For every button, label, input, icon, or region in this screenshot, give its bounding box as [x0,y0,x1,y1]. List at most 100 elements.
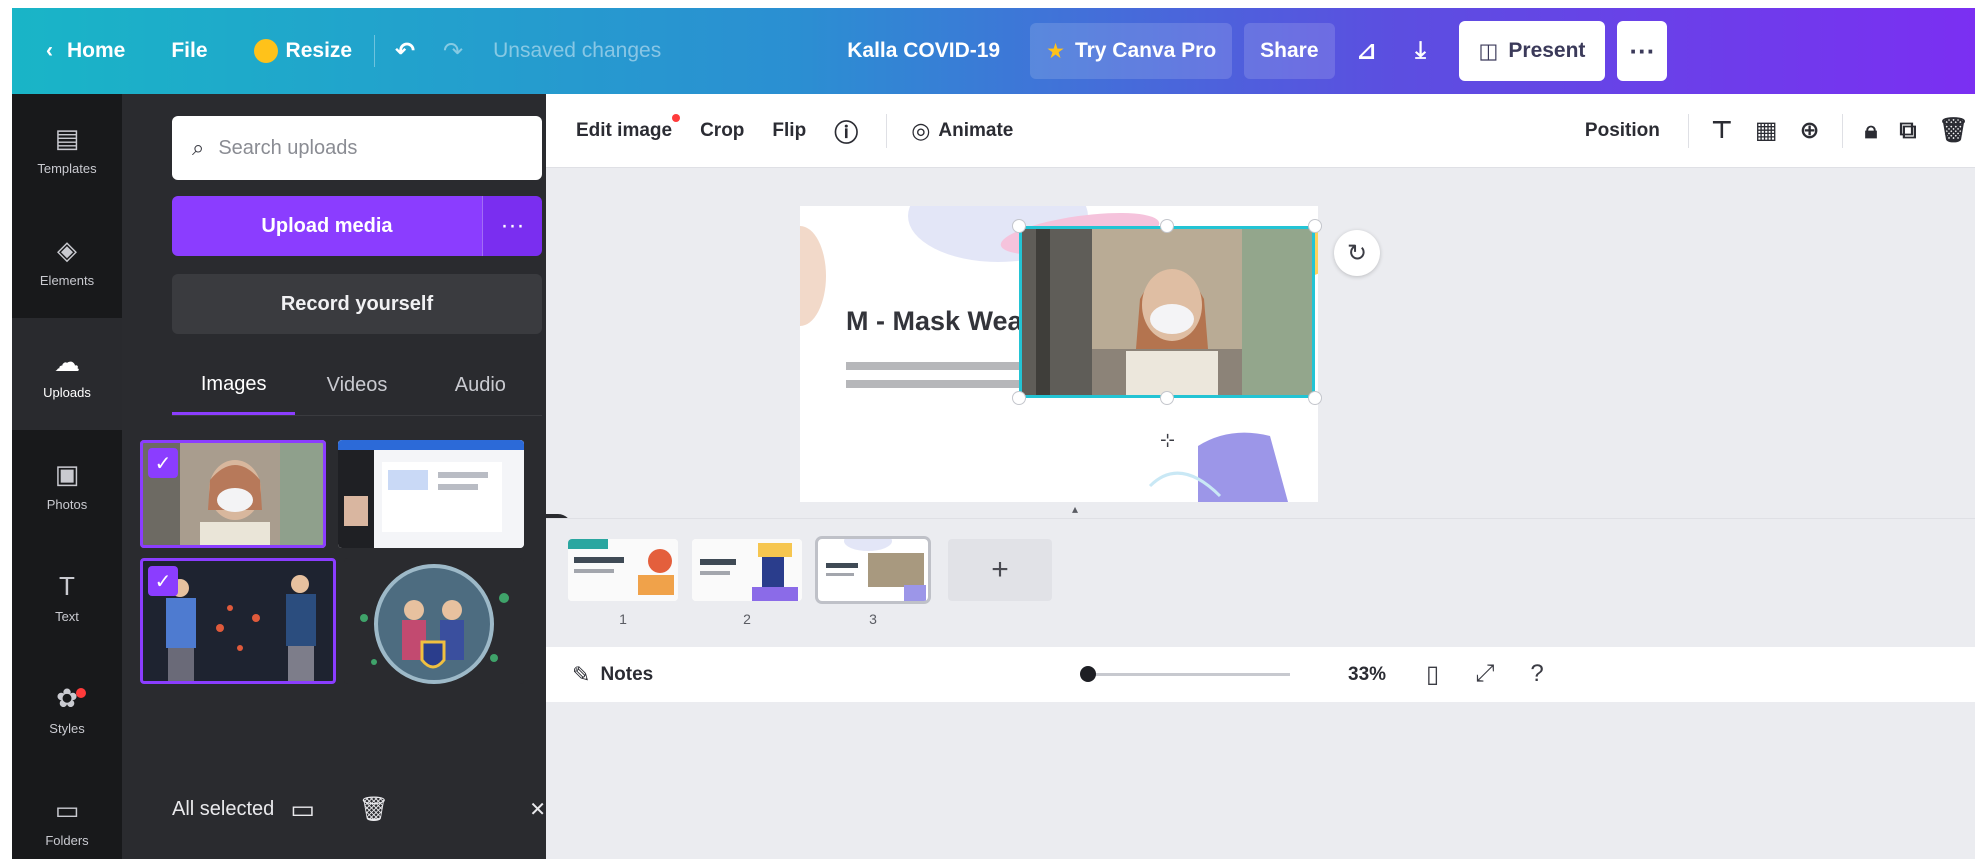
crop-button[interactable]: Crop [700,120,744,142]
download-button[interactable]: ⤓ [1397,23,1445,79]
share-button[interactable]: Share [1244,23,1335,79]
divider [374,35,376,67]
info-button[interactable]: ⓘ [834,113,858,148]
resize-label: Resize [285,39,353,62]
zoom-slider-track[interactable] [1086,673,1290,676]
checkmark-icon[interactable]: ✓ [148,566,178,596]
crown-icon [253,39,278,63]
search-placeholder: Search uploads [218,136,358,159]
transparency-icon[interactable]: ▦ [1755,116,1778,145]
notification-dot [76,688,86,698]
document-title[interactable]: Kalla COVID-19 [831,23,1016,79]
resize-handle[interactable] [1308,219,1322,233]
page-number: 2 [743,611,751,627]
add-page-button[interactable]: + [948,539,1052,601]
position-button[interactable]: Position [1585,120,1660,142]
help-icon[interactable]: ? [1530,660,1543,689]
selected-image-element[interactable] [1019,226,1315,398]
selection-footer: All selected ▭ 🗑 ✕ [122,759,546,859]
rail-label: Elements [39,272,95,288]
resize-handle[interactable] [1012,391,1026,405]
present-label: Present [1508,39,1586,62]
chart-icon: ⊿ [1356,37,1377,65]
record-yourself-button[interactable]: Record yourself [172,274,542,334]
checkmark-icon[interactable]: ✓ [148,448,178,478]
animate-label: Animate [938,119,1014,141]
zoom-slider-knob[interactable] [1080,666,1096,682]
undo-button[interactable]: ↶ [381,23,429,79]
rail-item-elements[interactable]: ◈ Elements [12,206,122,318]
page-thumbnail-3[interactable] [815,536,931,604]
tab-images[interactable]: Images [172,356,296,415]
more-options-button[interactable]: ··· [1617,21,1668,81]
close-icon[interactable]: ✕ [529,797,546,822]
toolbar-right-group: Position ⊤ ▦ ⊕ 🔒︎ ⧉ 🗑 [1585,113,1975,148]
notes-button[interactable]: ✎ Notes [572,662,653,688]
rail-label: Templates [37,160,97,176]
link-icon[interactable]: ⊕ [1800,116,1820,145]
animate-icon: ◎ [911,117,931,143]
media-tabs: Images Videos Audio [172,356,542,416]
try-pro-button[interactable]: ★ Try Canva Pro [1030,23,1233,79]
page-thumbnail-1[interactable] [568,539,678,601]
chevron-up-icon[interactable]: ▴ [1064,502,1086,516]
photos-icon: ▣ [54,458,80,489]
move-to-folder-icon[interactable]: ▭ [290,794,315,825]
redo-button[interactable]: ↷ [429,23,477,79]
animate-button[interactable]: ◎ Animate [911,118,1013,144]
page-thumbnail-2[interactable] [692,539,802,601]
file-menu[interactable]: File [155,23,223,79]
page-1-preview [568,539,678,601]
rail-item-templates[interactable]: ▤ Templates [12,94,122,206]
rail-item-photos[interactable]: ▣ Photos [12,430,122,542]
move-icon[interactable]: ⊹ [1160,430,1175,451]
screenshot-thumbnail [338,440,524,548]
fullscreen-icon[interactable]: ⤢ [1475,660,1494,689]
upload-media-button[interactable]: Upload media [172,196,482,256]
trash-icon[interactable]: 🗑 [1939,116,1969,145]
tab-videos[interactable]: Videos [295,356,418,415]
canva-editor-window: ‹ Home File Resize ↶ ↷ Unsaved changes K… [12,8,1975,859]
lock-icon[interactable]: 🔒︎ [1865,117,1878,145]
rail-item-styles[interactable]: ✿ Styles [12,654,122,766]
resize-button[interactable]: Resize [238,23,369,79]
resize-handle[interactable] [1160,219,1174,233]
resize-handle[interactable] [1308,391,1322,405]
rail-label: Uploads [43,384,91,400]
search-uploads-input[interactable]: ⌕ Search uploads [172,116,542,180]
side-rail: ▤ Templates ◈ Elements ☁ Uploads ▣ Photo… [12,94,122,859]
edit-image-button[interactable]: Edit image [576,113,681,142]
tab-audio[interactable]: Audio [419,356,542,415]
duplicate-icon[interactable]: ⧉ [1899,117,1916,145]
rail-label: Styles [49,720,85,736]
zoom-level[interactable]: 33% [1348,664,1386,686]
upload-thumbnail-family-shield[interactable] [344,558,524,684]
rail-item-uploads[interactable]: ☁ Uploads [12,318,122,430]
resize-handle[interactable] [1012,219,1026,233]
styles-icon: ✿ [56,682,78,713]
folder-icon: ▭ [54,794,80,825]
rail-item-text[interactable]: T Text [12,542,122,654]
analytics-button[interactable]: ⊿ [1343,23,1391,79]
page-thumbnails: 1 2 3 + [546,519,1975,647]
present-icon: ◫ [1478,39,1499,63]
paint-roller-icon[interactable]: ⊤ [1711,116,1733,145]
resize-handle[interactable] [1160,391,1174,405]
top-bar: ‹ Home File Resize ↶ ↷ Unsaved changes K… [12,8,1975,94]
present-button[interactable]: ◫ Present [1458,21,1606,81]
star-icon: ★ [1046,39,1065,63]
notes-icon: ✎ [572,661,591,687]
page-view-icon[interactable]: ▯ [1426,660,1439,689]
upload-thumbnail-mask-woman[interactable]: ✓ [140,440,326,548]
rail-item-folders[interactable]: ▭ Folders [12,766,122,859]
trash-icon[interactable]: 🗑 [359,795,389,824]
divider [886,113,888,148]
upload-more-button[interactable]: ··· [482,196,542,256]
page-number: 3 [869,611,877,627]
rotate-button[interactable]: ↻ [1334,230,1380,276]
page-2-preview [692,539,802,601]
flip-button[interactable]: Flip [772,120,806,142]
upload-thumbnail-masked-people[interactable]: ✓ [140,558,336,684]
home-button[interactable]: ‹ Home [30,23,141,79]
upload-thumbnail-screenshot[interactable] [338,440,524,548]
